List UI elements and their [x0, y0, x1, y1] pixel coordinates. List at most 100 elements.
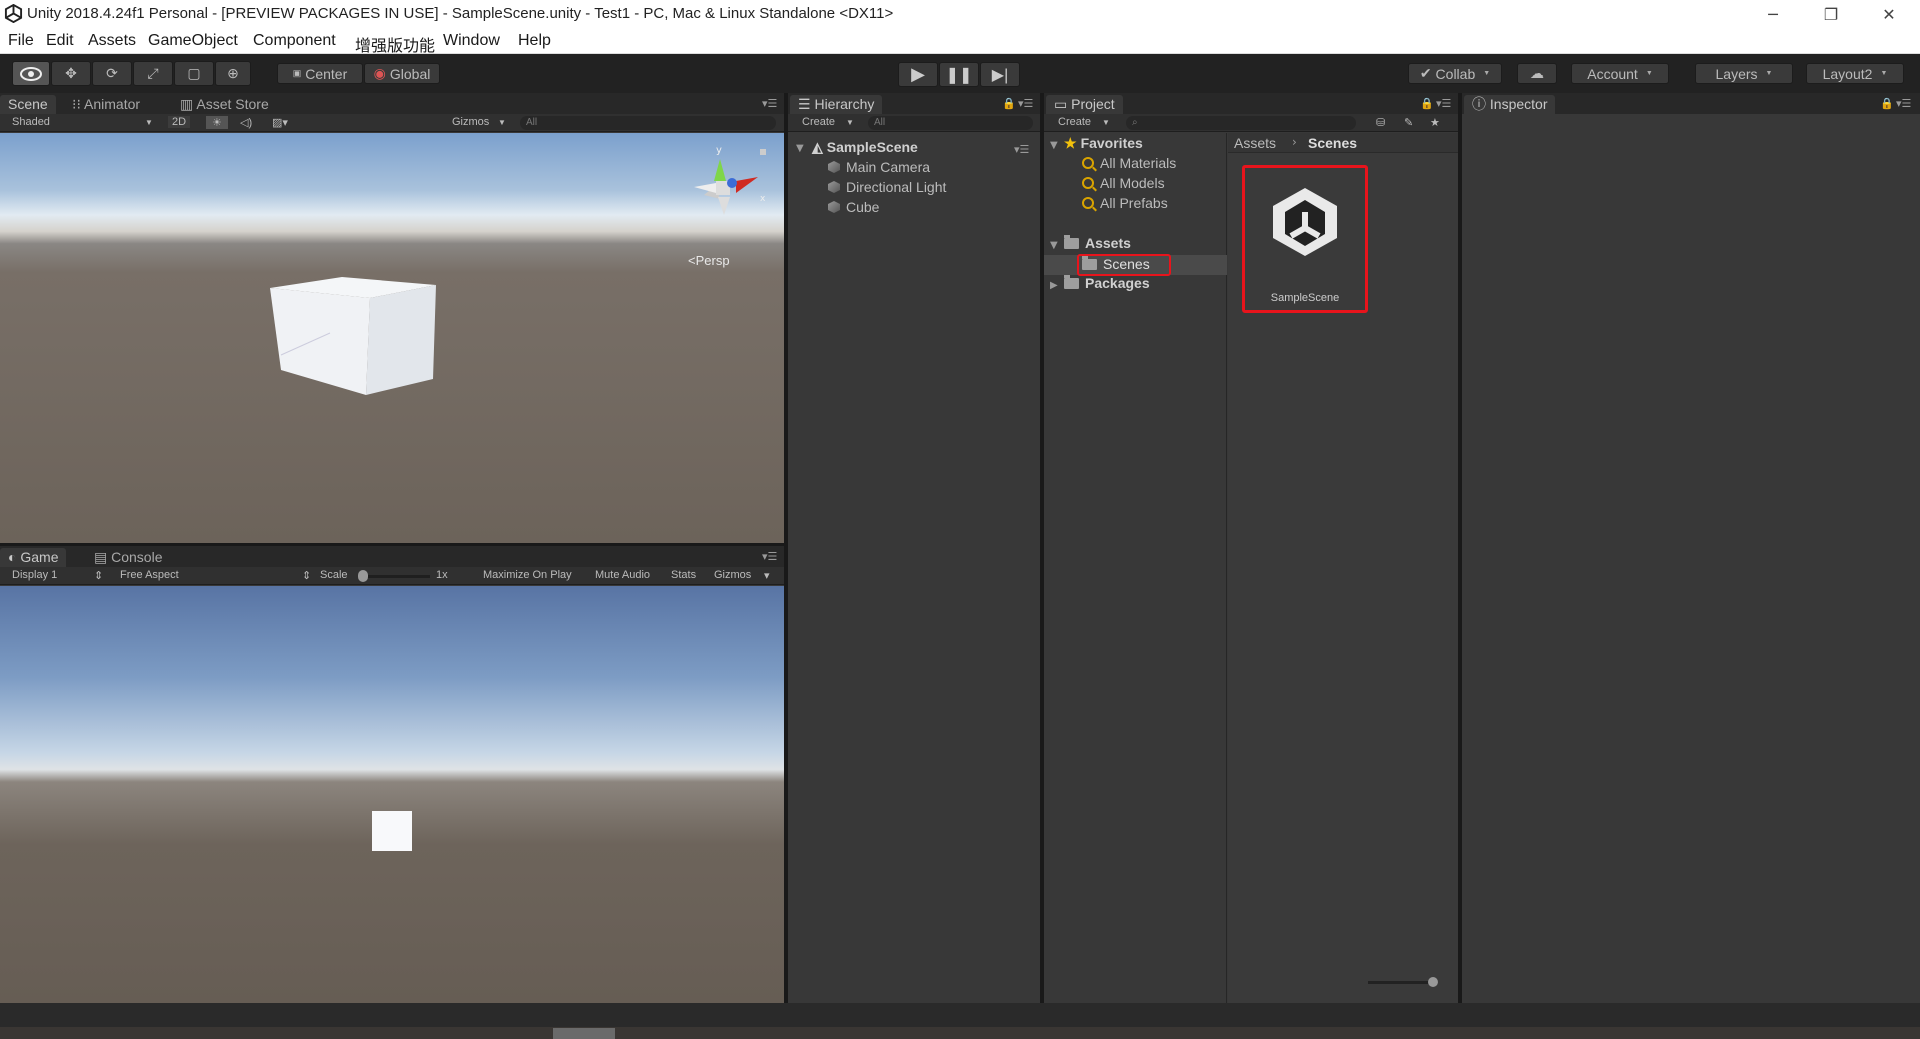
tab-animator[interactable]: ⁝⁝ Animator — [64, 95, 148, 114]
cloud-button[interactable]: ☁ — [1517, 63, 1557, 84]
project-menu-icon[interactable]: ▾☰ — [1436, 97, 1451, 110]
assets-folder[interactable]: Assets — [1064, 235, 1131, 251]
breadcrumb-assets[interactable]: Assets — [1234, 135, 1276, 151]
menu-assets[interactable]: Assets — [88, 32, 136, 50]
scale-icon: ⤢ — [147, 65, 159, 81]
pause-button[interactable]: ❚❚ — [939, 62, 979, 87]
tab-scene[interactable]: Scene — [0, 95, 56, 114]
assets-expand-arrow-icon[interactable]: ▼ — [1050, 240, 1058, 251]
menu-file[interactable]: File — [8, 32, 34, 50]
scene-gizmos-dropdown[interactable]: Gizmos — [452, 116, 489, 128]
rect-tool-button[interactable]: ▢ — [174, 61, 214, 86]
persp-label[interactable]: <Persp — [688, 253, 730, 268]
project-search-input[interactable]: ⌕ — [1126, 116, 1356, 130]
favorite-item[interactable]: All Prefabs — [1082, 195, 1168, 211]
scale-slider-handle[interactable] — [358, 570, 368, 582]
collab-dropdown[interactable]: ✔ Collab — [1408, 63, 1502, 84]
icon-size-slider-handle[interactable] — [1428, 977, 1438, 987]
scene-orientation-gizmo[interactable]: y x — [680, 141, 770, 231]
scale-slider[interactable] — [360, 575, 430, 578]
favorites-header[interactable]: ★ Favorites — [1064, 135, 1143, 152]
menu-edit[interactable]: Edit — [46, 32, 74, 50]
view-tool-button[interactable] — [12, 61, 50, 86]
tab-hierarchy[interactable]: ☰ Hierarchy — [790, 95, 883, 114]
gizmo-x-label: x — [760, 194, 766, 204]
display-dropdown[interactable]: Display 1 — [12, 569, 57, 581]
tab-console[interactable]: ▤ Console — [86, 548, 171, 567]
project-lock-icon[interactable]: 🔒 — [1420, 97, 1434, 110]
transform-tool-button[interactable]: ⊕ — [215, 61, 251, 86]
favorite-item[interactable]: All Materials — [1082, 155, 1176, 171]
favorite-item[interactable]: All Models — [1082, 175, 1165, 191]
scene-panel: Scene ⁝⁝ Animator ▥ Asset Store ▾☰ Shade… — [0, 93, 784, 543]
persp-arrow-icon: < — [688, 253, 696, 268]
menu-enhanced[interactable]: 增强版功能 — [355, 32, 435, 56]
tab-inspector[interactable]: ⓘ Inspector — [1464, 95, 1556, 114]
filter-label-icon[interactable]: ✎ — [1404, 116, 1413, 129]
layers-dropdown[interactable]: Layers — [1695, 63, 1793, 84]
transform-icon: ⊕ — [227, 65, 239, 81]
inspector-menu-icon[interactable]: ▾☰ — [1896, 97, 1911, 110]
scene-options-icon[interactable]: ▾☰ — [1014, 143, 1029, 156]
favorites-star-icon[interactable]: ★ — [1430, 116, 1440, 129]
move-tool-button[interactable]: ✥ — [51, 61, 91, 86]
game-panel-menu-icon[interactable]: ▾☰ — [762, 550, 777, 563]
shading-dropdown[interactable]: Shaded — [12, 116, 50, 128]
minimize-button[interactable]: ─ — [1744, 0, 1802, 28]
restore-button[interactable]: ❐ — [1802, 0, 1860, 28]
hierarchy-icon: ☰ — [798, 96, 815, 112]
step-icon: ▶| — [991, 66, 1009, 84]
hierarchy-item[interactable]: Cube — [828, 199, 879, 215]
audio-toggle-icon[interactable]: ◁) — [240, 116, 252, 129]
sample-scene-asset[interactable]: SampleScene — [1242, 165, 1368, 313]
step-button[interactable]: ▶| — [980, 62, 1020, 87]
close-button[interactable]: ✕ — [1860, 0, 1918, 28]
scale-tool-button[interactable]: ⤢ — [133, 61, 173, 86]
maximize-on-play-toggle[interactable]: Maximize On Play — [483, 569, 572, 581]
effects-toggle-icon[interactable]: ▨▾ — [272, 116, 288, 129]
menu-component[interactable]: Component — [253, 32, 336, 50]
hierarchy-create-dropdown[interactable]: Create — [802, 116, 835, 128]
tab-project[interactable]: ▭ Project — [1046, 95, 1123, 114]
taskbar-item[interactable] — [553, 1028, 615, 1039]
tab-asset-store[interactable]: ▥ Asset Store — [172, 95, 277, 114]
menu-window[interactable]: Window — [443, 32, 500, 50]
tab-game[interactable]: ◐ Game — [0, 548, 67, 567]
scene-search-input[interactable]: All — [520, 116, 776, 130]
scene-cube — [270, 277, 436, 395]
project-create-dropdown[interactable]: Create — [1058, 116, 1091, 128]
game-viewport[interactable] — [0, 586, 784, 1003]
breadcrumb-scenes[interactable]: Scenes — [1308, 135, 1357, 151]
favorites-expand-arrow-icon[interactable]: ▼ — [1050, 140, 1058, 151]
hierarchy-search-input[interactable]: All — [868, 116, 1033, 130]
hierarchy-item[interactable]: Directional Light — [828, 179, 946, 195]
inspector-lock-icon[interactable]: 🔒 — [1880, 97, 1894, 110]
mode-2d-toggle[interactable]: 2D — [168, 116, 191, 128]
scene-viewport[interactable]: y x <Persp — [0, 133, 784, 543]
packages-folder[interactable]: Packages — [1064, 275, 1150, 291]
mute-audio-toggle[interactable]: Mute Audio — [595, 569, 650, 581]
saved-search-icon — [1082, 177, 1094, 189]
hierarchy-lock-icon[interactable]: 🔒 — [1002, 97, 1016, 110]
panel-menu-icon[interactable]: ▾☰ — [762, 97, 777, 110]
scene-expand-arrow-icon[interactable]: ▼ — [796, 143, 804, 154]
rotate-tool-button[interactable]: ⟳ — [92, 61, 132, 86]
hierarchy-item[interactable]: Main Camera — [828, 159, 930, 175]
hierarchy-search-placeholder: All — [874, 117, 886, 128]
stats-toggle[interactable]: Stats — [671, 569, 696, 581]
packages-expand-arrow-icon[interactable]: ▶ — [1050, 280, 1058, 291]
lighting-toggle-icon[interactable]: ☀ — [206, 116, 228, 129]
gameobject-icon — [828, 201, 840, 213]
layout-dropdown[interactable]: Layout2 — [1806, 63, 1904, 84]
hierarchy-menu-icon[interactable]: ▾☰ — [1018, 97, 1033, 110]
play-button[interactable]: ▶ — [898, 62, 938, 87]
menu-gameobject[interactable]: GameObject — [148, 32, 238, 50]
hierarchy-scene-root[interactable]: ◭ SampleScene — [812, 139, 918, 156]
game-gizmos-dropdown[interactable]: Gizmos — [714, 569, 751, 581]
aspect-dropdown[interactable]: Free Aspect — [120, 569, 179, 581]
pivot-toggle[interactable]: ▣ Center — [277, 63, 363, 84]
account-dropdown[interactable]: Account — [1571, 63, 1669, 84]
filter-type-icon[interactable]: ⛁ — [1376, 116, 1385, 129]
menu-help[interactable]: Help — [518, 32, 551, 50]
space-toggle[interactable]: ◉ Global — [364, 63, 440, 84]
